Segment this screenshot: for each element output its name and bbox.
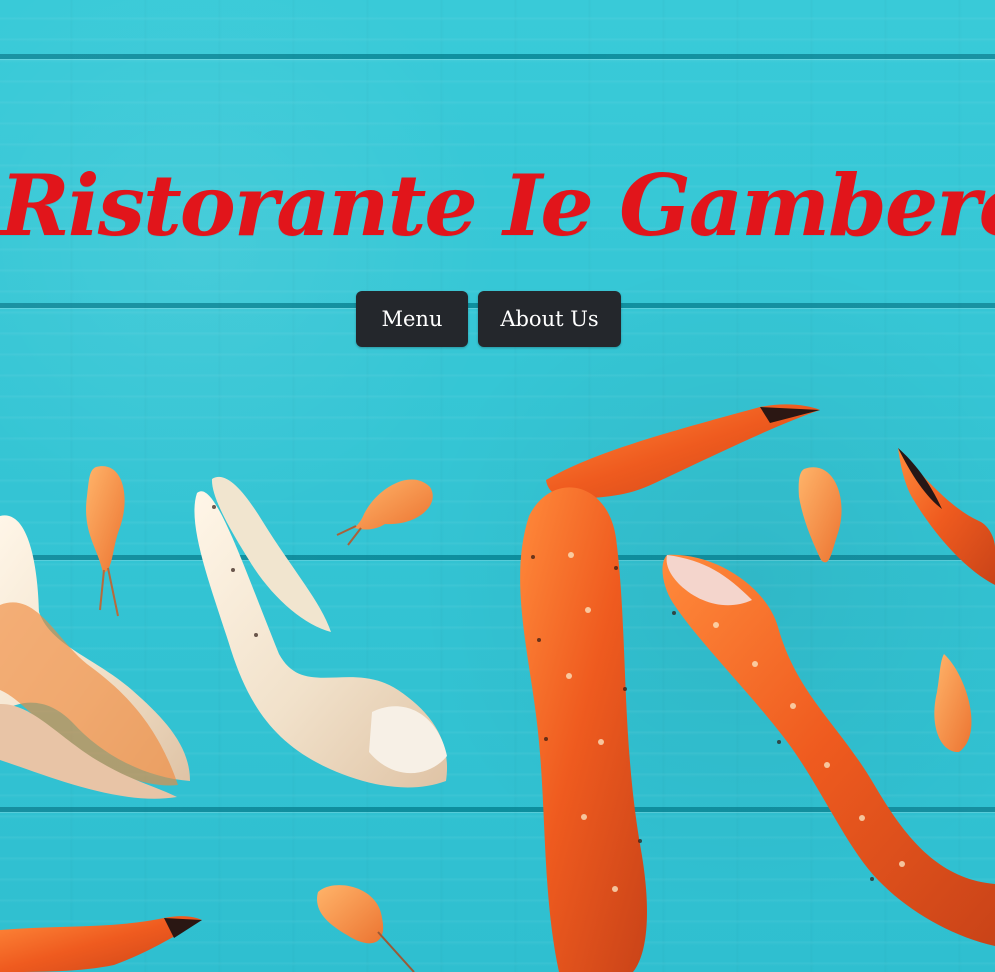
wood-plank-line bbox=[0, 54, 995, 59]
shrimp-icon bbox=[798, 467, 842, 563]
wood-plank-line bbox=[0, 807, 995, 812]
about-us-button[interactable]: About Us bbox=[478, 291, 621, 347]
wood-plank-line bbox=[0, 555, 995, 560]
wood-grain-texture bbox=[0, 0, 995, 972]
shrimp-icon bbox=[934, 654, 972, 753]
shrimp-icon bbox=[86, 466, 125, 617]
restaurant-title: Ristorante Ie Gambero Rosso bbox=[0, 156, 995, 256]
menu-button[interactable]: Menu bbox=[356, 291, 468, 347]
hero-section: Ristorante Ie Gambero Rosso Menu About U… bbox=[0, 0, 995, 972]
crab-claw-icon bbox=[194, 476, 448, 788]
main-navigation: Menu About Us bbox=[356, 291, 621, 347]
shrimp-icon bbox=[317, 885, 415, 972]
crab-leg-icon bbox=[520, 404, 820, 972]
crab-leg-icon bbox=[898, 448, 995, 585]
shell-spike-dots bbox=[212, 505, 874, 881]
shell-texture-dots bbox=[566, 552, 905, 892]
crab-leg-icon bbox=[0, 916, 202, 972]
seafood-background-image bbox=[0, 404, 995, 972]
crab-leg-icon bbox=[662, 554, 995, 946]
shrimp-icon bbox=[336, 479, 433, 546]
